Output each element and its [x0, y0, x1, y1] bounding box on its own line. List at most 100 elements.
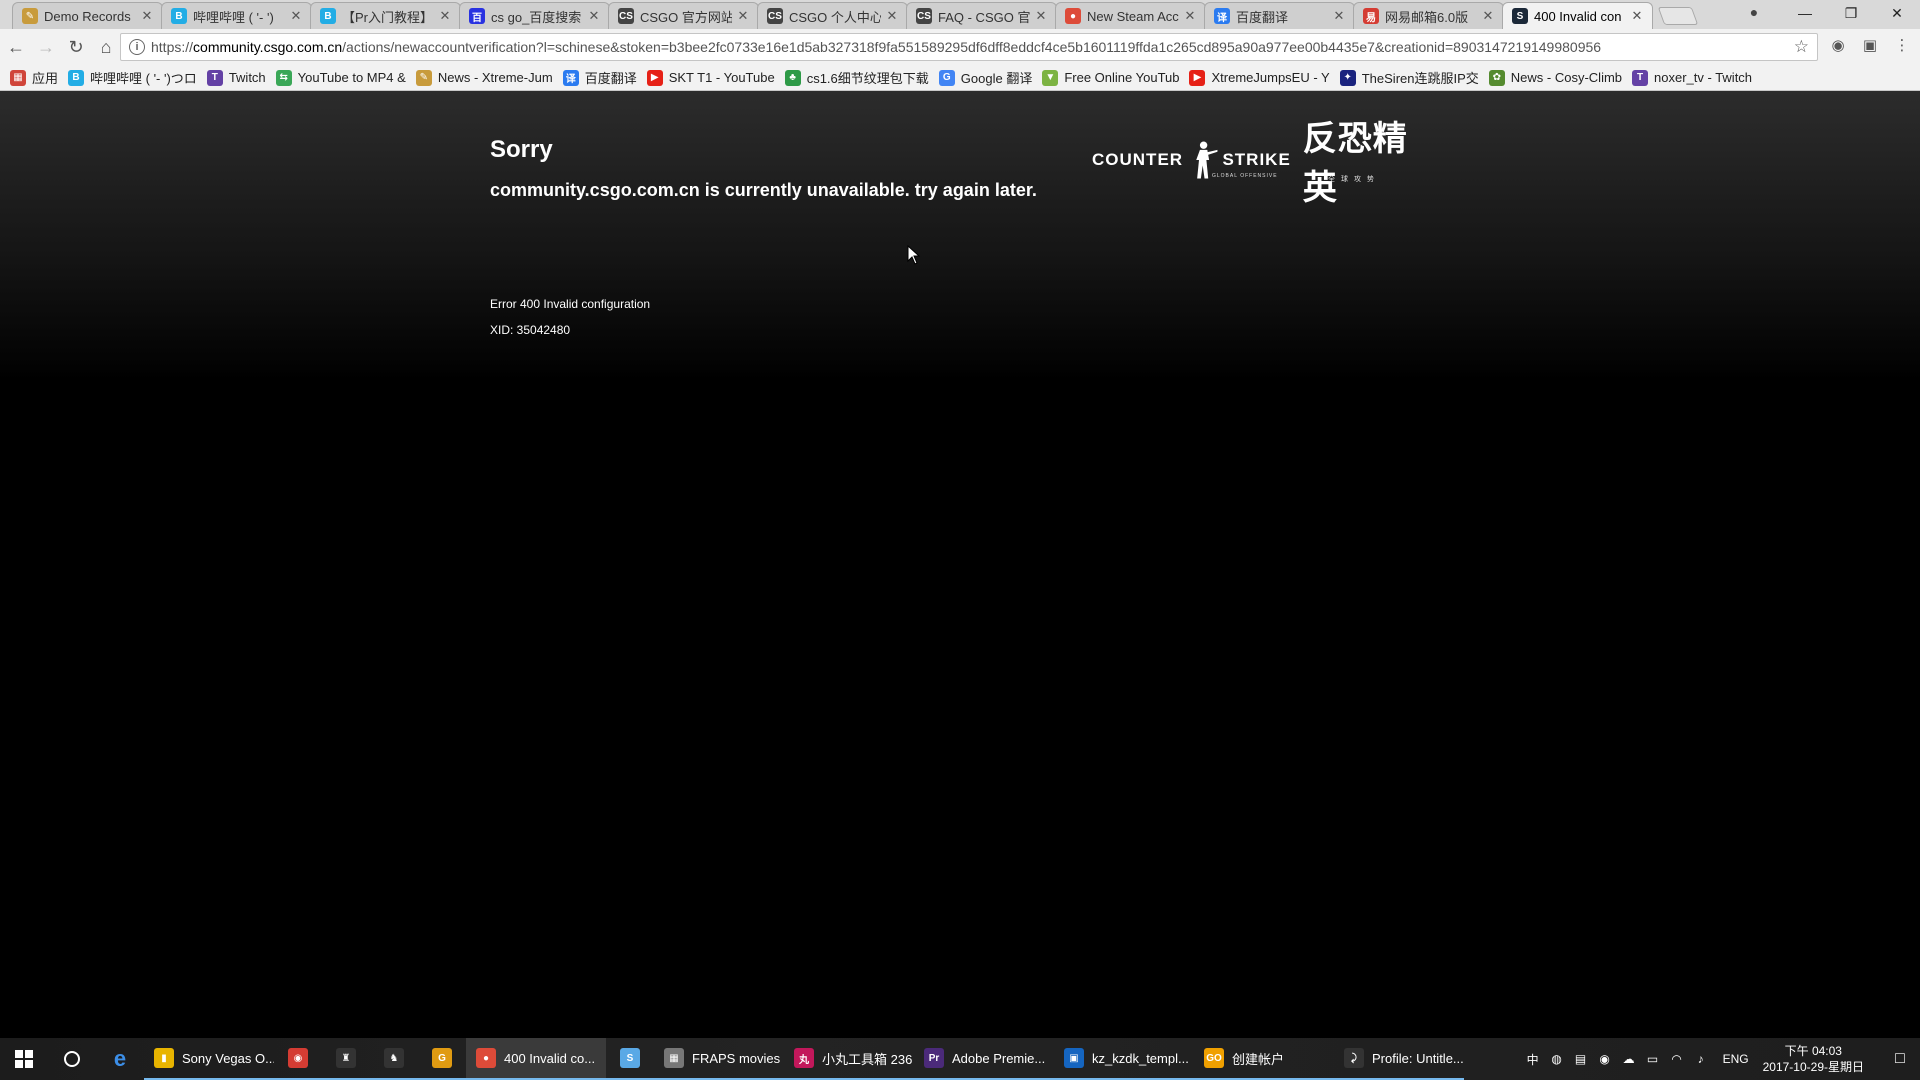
cortana-search-icon[interactable] — [48, 1038, 96, 1080]
home-icon[interactable]: ⌂ — [92, 33, 120, 61]
tab-3[interactable]: 百 cs go_百度搜索 ✕ — [459, 2, 610, 29]
tab-close-icon[interactable]: ✕ — [1332, 8, 1346, 24]
taskbar-app[interactable]: ⤸ Profile: Untitle... — [1334, 1038, 1464, 1080]
bookmark-item[interactable]: ▦ 应用 — [10, 68, 58, 87]
ime-icon[interactable]: 中 — [1523, 1049, 1543, 1069]
tab-close-icon[interactable]: ✕ — [140, 8, 154, 24]
clock-date: 2017-10-29-星期日 — [1762, 1060, 1864, 1074]
keyboard-icon[interactable]: ▭ — [1643, 1049, 1663, 1069]
menu-icon[interactable]: ⋮ — [1892, 36, 1912, 56]
system-tray: 中 ◍ ▤ ◉ ☁ ▭ ◠ ♪ ENG 下午 04:03 2017-10-29-星期日 □ — [1521, 1038, 1920, 1080]
tab-close-icon[interactable]: ✕ — [1630, 8, 1644, 24]
chrome-icon: ● — [1065, 8, 1081, 24]
battery-icon[interactable]: ▤ — [1571, 1049, 1591, 1069]
profile-icon[interactable]: ● — [1744, 4, 1764, 24]
taskbar-app[interactable]: Pr Adobe Premie... — [914, 1038, 1054, 1080]
bookmark-label: 哔哩哔哩 ( '- ')つロ — [90, 71, 197, 86]
bookmark-item[interactable]: ✿ News - Cosy-Climb — [1488, 69, 1622, 86]
taskbar-app[interactable]: G — [418, 1038, 466, 1080]
new-tab-button[interactable] — [1657, 7, 1699, 25]
taskbar-app[interactable]: ● 400 Invalid co... — [466, 1038, 606, 1080]
reload-icon[interactable]: ↻ — [62, 33, 90, 61]
bookmark-item[interactable]: T Twitch — [206, 69, 266, 86]
tab-6[interactable]: CS FAQ - CSGO 官 ✕ — [906, 2, 1057, 29]
forward-icon[interactable]: → — [32, 33, 60, 61]
taskbar-app-label: FRAPS movies — [692, 1050, 781, 1066]
tab-close-icon[interactable]: ✕ — [1481, 8, 1495, 24]
taskbar-app[interactable]: S — [606, 1038, 654, 1080]
bookmark-item[interactable]: ▼ Free Online YouTub — [1042, 69, 1180, 86]
bookmark-item[interactable]: ✦ TheSiren连跳服IP交 — [1339, 68, 1479, 87]
bookmark-item[interactable]: G Google 翻译 — [938, 68, 1032, 87]
bookmark-item[interactable]: ▶ SKT T1 - YouTube — [646, 69, 775, 86]
bookmark-item[interactable]: 译百度翻译 — [562, 68, 637, 87]
chrome-icon: ● — [476, 1048, 496, 1068]
taskbar-app[interactable]: ▮ Sony Vegas O... — [144, 1038, 274, 1080]
minimize-button[interactable]: — — [1782, 0, 1828, 26]
tab-8[interactable]: 译百度翻译 ✕ — [1204, 2, 1355, 29]
bookmark-item[interactable]: ♣ cs1.6细节纹理包下载 — [784, 68, 929, 87]
language-indicator[interactable]: ENG — [1723, 1052, 1749, 1066]
bookmark-label: SKT T1 - YouTube — [668, 70, 775, 85]
tab-close-icon[interactable]: ✕ — [736, 8, 750, 24]
tab-close-icon[interactable]: ✕ — [885, 8, 899, 24]
taskbar-app[interactable]: GO 创建帐户 — [1194, 1038, 1334, 1080]
taskbar-app[interactable]: 丸小丸工具箱 236 — [784, 1038, 914, 1080]
tab-2[interactable]: B 【Pr入门教程】F ✕ — [310, 2, 461, 29]
restore-button[interactable]: ❐ — [1828, 0, 1874, 26]
bookmark-item[interactable]: ✎ News - Xtreme-Jum — [415, 69, 553, 86]
tab-7[interactable]: ● New Steam Acc ✕ — [1055, 2, 1206, 29]
bookmark-item[interactable]: B 哔哩哔哩 ( '- ')つロ — [68, 68, 197, 87]
tab-0[interactable]: ✎ Demo Records ✕ — [12, 2, 163, 29]
tab-close-icon[interactable]: ✕ — [587, 8, 601, 24]
clock[interactable]: 下午 04:03 2017-10-29-星期日 — [1763, 1043, 1864, 1075]
back-icon[interactable]: ← — [2, 33, 30, 61]
taskbar-app[interactable]: ♞ — [370, 1038, 418, 1080]
apps-grid-icon: ▦ — [10, 69, 26, 86]
tab-title: cs go_百度搜索 — [491, 9, 582, 25]
youtube-icon: ▶ — [1189, 69, 1206, 86]
address-bar[interactable]: i https://community.csgo.com.cn/actions/… — [120, 33, 1818, 61]
tab-10[interactable]: S 400 Invalid con ✕ — [1502, 2, 1653, 29]
action-center-icon[interactable]: □ — [1880, 1038, 1920, 1080]
bilibili-icon: B — [171, 8, 187, 24]
bookmark-star-icon[interactable]: ☆ — [1794, 37, 1809, 57]
tab-9[interactable]: 易网易邮箱6.0版 ✕ — [1353, 2, 1504, 29]
bookmark-item[interactable]: ⇆ YouTube to MP4 & — [275, 69, 406, 86]
bookmark-label: TheSiren连跳服IP交 — [1361, 71, 1479, 86]
logo-cn-title: 反恐精英 — [1302, 120, 1408, 207]
tab-close-icon[interactable]: ✕ — [1183, 8, 1197, 24]
csgo-icon: GO — [1204, 1048, 1224, 1068]
tab-close-icon[interactable]: ✕ — [438, 8, 452, 24]
taskbar-app[interactable]: ♜ — [322, 1038, 370, 1080]
tab-1[interactable]: B 哔哩哔哩 ( '- ') ✕ — [161, 2, 312, 29]
taskbar-app-label: Sony Vegas O... — [182, 1050, 274, 1066]
network-globe-icon[interactable]: ◍ — [1547, 1049, 1567, 1069]
extension-icon[interactable]: ◉ — [1828, 36, 1848, 56]
bookmark-item[interactable]: ▶ XtremeJumpsEU - Y — [1189, 69, 1330, 86]
bookmark-item[interactable]: Tnoxer_tv - Twitch — [1632, 69, 1752, 86]
start-windows-icon[interactable] — [0, 1038, 48, 1080]
taskbar-app[interactable]: ▣ kz_kzdk_templ... — [1054, 1038, 1194, 1080]
edge-icon[interactable]: e — [96, 1038, 144, 1080]
tab-close-icon[interactable]: ✕ — [1034, 8, 1048, 24]
tab-4[interactable]: CS CSGO 官方网站 ✕ — [608, 2, 759, 29]
close-window-button[interactable]: ✕ — [1874, 0, 1920, 26]
taskbar-app[interactable]: ◉ — [274, 1038, 322, 1080]
error-xid: XID: 35042480 — [490, 323, 571, 337]
cloud-icon[interactable]: ☁ — [1619, 1049, 1639, 1069]
site-info-icon[interactable]: i — [129, 39, 145, 55]
volume-icon[interactable]: ♪ — [1691, 1049, 1711, 1069]
tab-close-icon[interactable]: ✕ — [289, 8, 303, 24]
taskbar-app-label: 小丸工具箱 236 — [822, 1051, 913, 1067]
netease-music-icon[interactable]: ◉ — [1595, 1049, 1615, 1069]
netease-mail-icon: 易 — [1363, 8, 1379, 24]
bilibili-icon: B — [68, 69, 85, 86]
wifi-icon[interactable]: ◠ — [1667, 1049, 1687, 1069]
tab-5[interactable]: CS CSGO 个人中心 ✕ — [757, 2, 908, 29]
bookmark-label: Free Online YouTub — [1064, 70, 1180, 85]
baidu-translate-icon: 译 — [1214, 8, 1230, 24]
incognito-icon[interactable]: ▣ — [1860, 36, 1880, 56]
taskbar-app[interactable]: ▦ FRAPS movies — [654, 1038, 784, 1080]
tab-title: 400 Invalid con — [1534, 8, 1622, 24]
